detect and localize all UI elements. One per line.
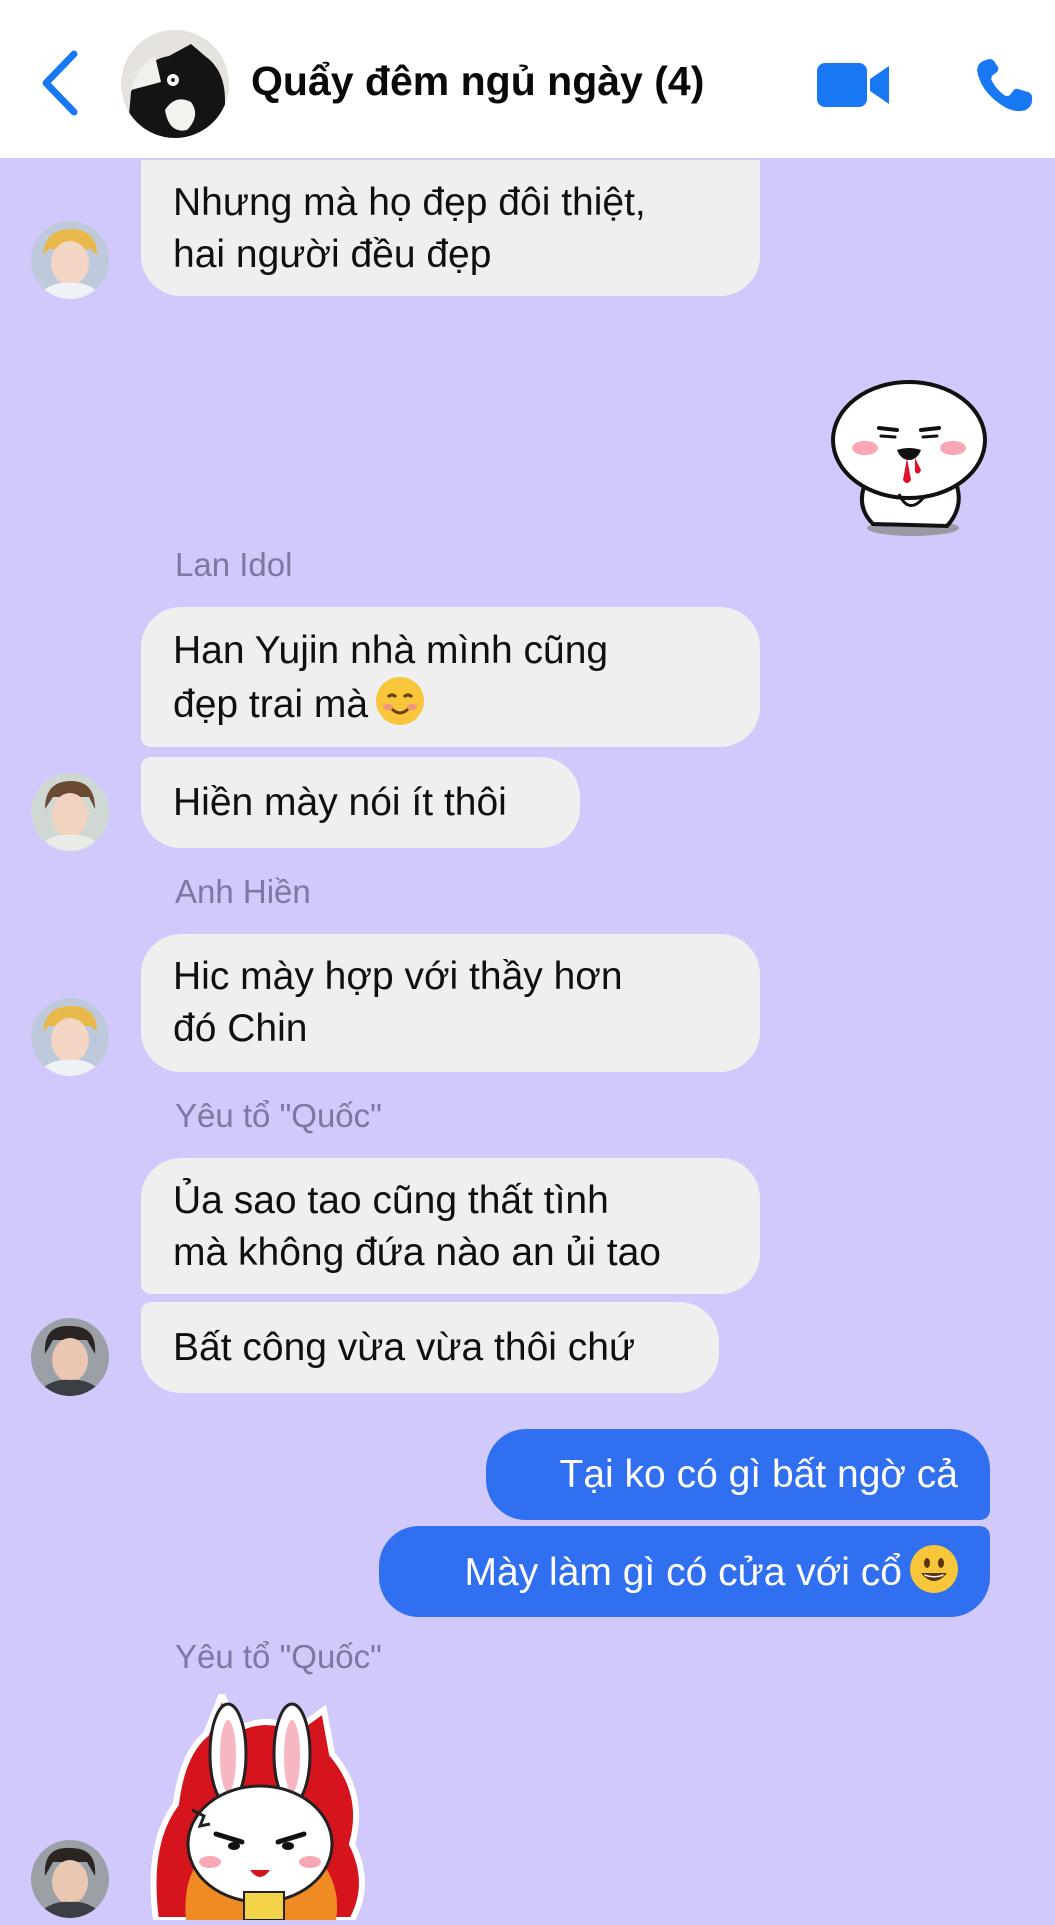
chat-header: Quẩy đêm ngủ ngày (4) (0, 0, 1055, 158)
message-bubble[interactable]: Ủa sao tao cũng thất tình mà không đứa n… (141, 1158, 760, 1294)
angry-rabbit-sticker[interactable] (146, 1685, 376, 1923)
back-icon[interactable] (38, 48, 84, 118)
video-call-icon[interactable] (817, 60, 891, 110)
message-bubble[interactable]: Nhưng mà họ đẹp đôi thiệt, hai người đều… (141, 160, 760, 296)
message-bubble[interactable]: Hic mày hợp với thầy hơn đó Chin (141, 934, 760, 1072)
blob-sticker[interactable] (829, 376, 993, 538)
message-text-line: đó Chin (173, 1007, 308, 1050)
sender-name: Yêu tổ "Quốc" (175, 1638, 382, 1675)
message-bubble[interactable]: Han Yujin nhà mình cũng đẹp trai mà (141, 607, 760, 747)
message-text-line: Han Yujin nhà mình cũng (173, 629, 609, 672)
outgoing-message-bubble[interactable]: Tại ko có gì bất ngờ cả (486, 1429, 990, 1520)
message-text-line: hai người đều đẹp (173, 233, 492, 276)
message-text-line: Hic mày hợp với thầy hơn (173, 955, 623, 998)
message-text-line: Nhưng mà họ đẹp đôi thiệt, (173, 181, 646, 224)
avatar[interactable] (31, 1840, 109, 1918)
avatar[interactable] (31, 1318, 109, 1396)
message-text: Tại ko có gì bất ngờ cả (559, 1453, 958, 1496)
message-text: Mày làm gì có cửa với cổ (464, 1551, 902, 1594)
phone-icon[interactable] (974, 56, 1036, 114)
message-text-line: mà không đứa nào an ủi tao (173, 1231, 661, 1274)
sender-name: Lan Idol (175, 546, 293, 583)
message-text: Hiền mày nói ít thôi (173, 781, 507, 824)
chat-title[interactable]: Quẩy đêm ngủ ngày (4) (251, 58, 704, 105)
outgoing-message-bubble[interactable]: Mày làm gì có cửa với cổ (379, 1526, 990, 1617)
message-bubble[interactable]: Bất công vừa vừa thôi chứ (141, 1302, 719, 1393)
sender-name: Anh Hiền (175, 873, 311, 910)
avatar[interactable] (31, 221, 109, 299)
message-text-line: Ủa sao tao cũng thất tình (173, 1179, 609, 1222)
avatar[interactable] (31, 998, 109, 1076)
message-bubble[interactable]: Hiền mày nói ít thôi (141, 757, 580, 848)
grinning-emoji (910, 1545, 958, 1593)
message-text-line: đẹp trai mà (173, 683, 369, 726)
avatar[interactable] (31, 773, 109, 851)
smiling-blush-emoji (376, 677, 425, 725)
message-text: Bất công vừa vừa thôi chứ (173, 1326, 636, 1369)
sender-name: Yêu tổ "Quốc" (175, 1097, 382, 1134)
group-avatar[interactable] (121, 30, 229, 138)
